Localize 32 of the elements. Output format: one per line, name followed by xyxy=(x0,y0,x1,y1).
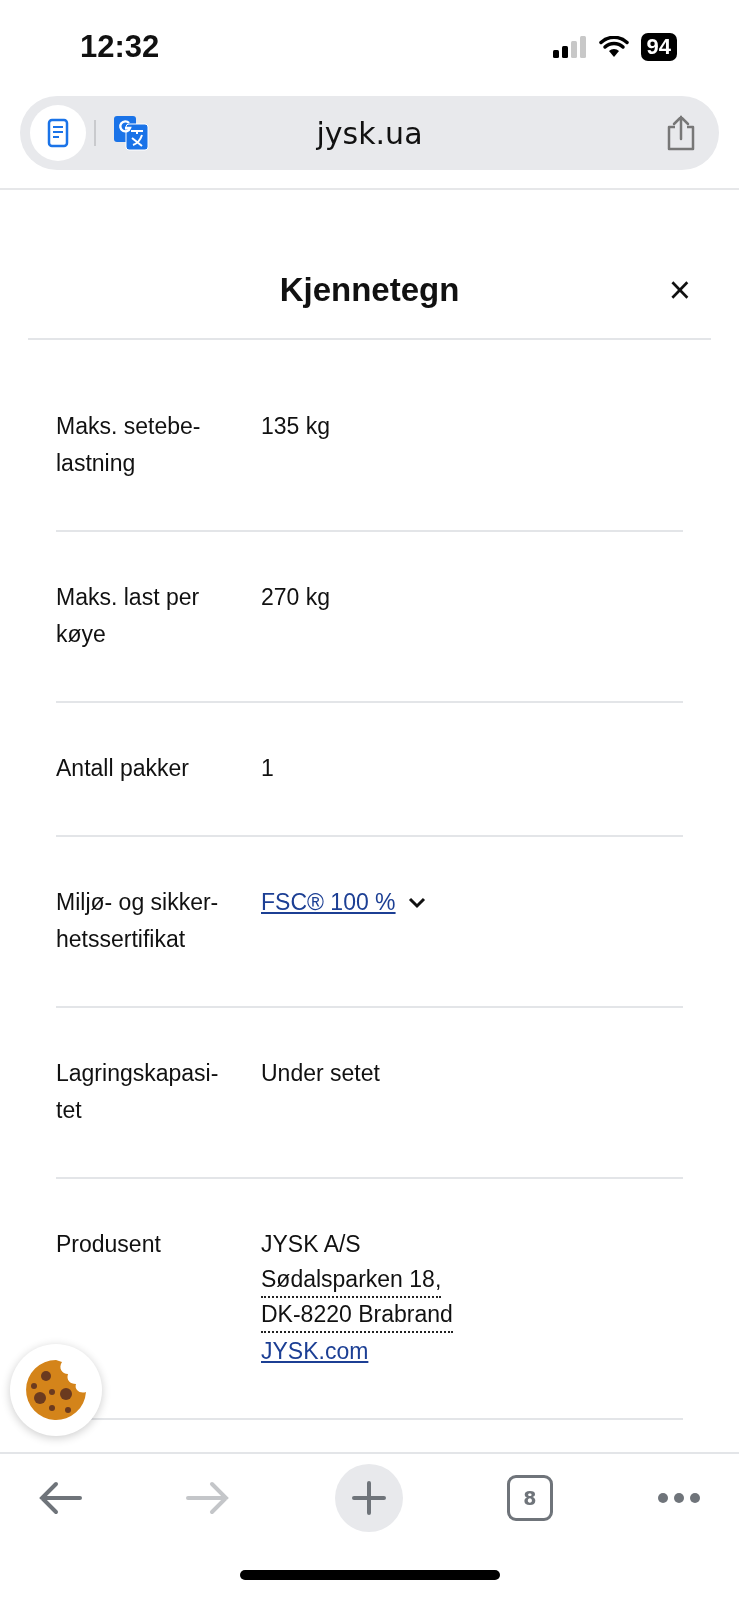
battery-level: 94 xyxy=(640,33,677,61)
spec-value: 270 kg xyxy=(261,583,331,612)
more-icon[interactable] xyxy=(657,1492,701,1504)
wifi-icon xyxy=(598,36,629,58)
close-button[interactable]: × xyxy=(662,268,697,312)
dialog-title: Kjennetegn xyxy=(279,271,460,309)
address-line: Sødalsparken 18, xyxy=(261,1263,442,1298)
spec-label: Maks. last per køye xyxy=(56,583,201,649)
back-icon[interactable] xyxy=(38,1481,82,1515)
spec-value: JYSK A/S xyxy=(261,1230,361,1259)
signal-icon xyxy=(552,36,587,58)
tab-count-button[interactable]: 8 xyxy=(506,1475,553,1521)
spec-label: Lagringskapasi- tet xyxy=(56,1059,220,1125)
url-text[interactable]: jysk.ua xyxy=(316,115,423,151)
share-icon[interactable] xyxy=(665,115,697,151)
address-line: DK-8220 Brabrand xyxy=(261,1298,453,1333)
spec-value: Under setet xyxy=(261,1059,380,1088)
address-bar[interactable]: jysk.ua xyxy=(20,96,719,170)
certificate-link[interactable]: FSC® 100 % xyxy=(261,884,396,921)
translate-icon[interactable] xyxy=(112,114,150,152)
spec-value: 135 kg xyxy=(261,412,331,441)
status-time: 12:32 xyxy=(80,29,160,65)
spec-label: Produsent xyxy=(56,1230,162,1259)
spec-value: 1 xyxy=(261,754,274,783)
cookie-button[interactable] xyxy=(10,1344,102,1436)
spec-label: Miljø- og sikker- hetssertifikat xyxy=(56,888,220,954)
plus-icon[interactable] xyxy=(351,1481,386,1515)
spec-label: Antall pakker xyxy=(56,754,190,783)
chevron-icon[interactable] xyxy=(407,896,426,909)
website-link[interactable]: JYSK.com xyxy=(261,1333,369,1370)
page-icon[interactable] xyxy=(30,105,86,161)
spec-label: Maks. setebe- lastning xyxy=(56,412,202,478)
